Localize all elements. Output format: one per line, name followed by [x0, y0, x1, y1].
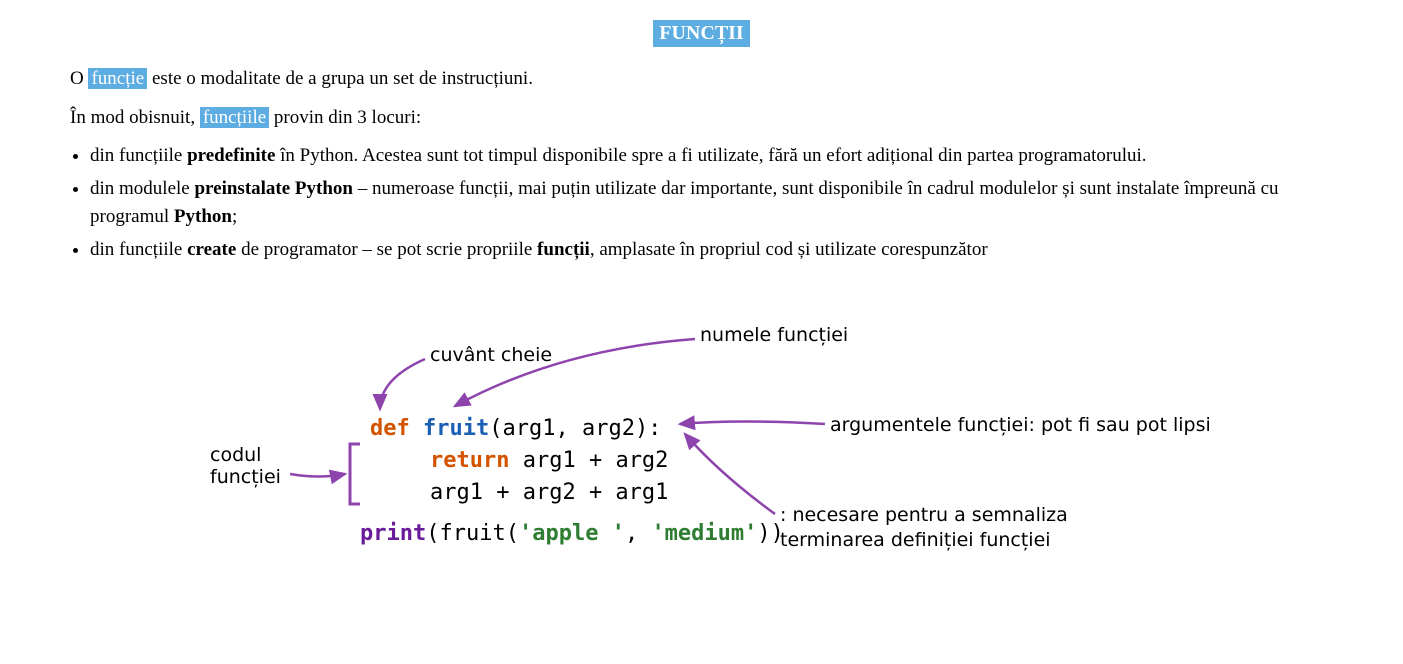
paragraph-1: O funcție este o modalitate de a grupa u…: [70, 65, 1343, 94]
code-call-paren: (: [506, 521, 519, 546]
b2-a: din modulele: [90, 178, 194, 199]
page-title: FUNCȚII: [653, 20, 749, 47]
p1-post: este o modalitate de a grupa un set de i…: [147, 68, 533, 89]
b2-bold1: preinstalate Python: [194, 178, 353, 199]
code-line-1: def fruit(arg1, arg2):: [370, 414, 661, 445]
code-str1: 'apple ': [519, 521, 625, 546]
code-call-name: fruit: [439, 521, 505, 546]
title-wrap: FUNCȚII: [60, 20, 1343, 47]
code-call-open: (: [426, 521, 439, 546]
b1-b: în Python. Acestea sunt tot timpul dispo…: [275, 145, 1146, 166]
code-str2: 'medium': [651, 521, 757, 546]
b1-bold: predefinite: [187, 145, 275, 166]
b3-bold2: funcții: [537, 239, 590, 260]
label-keyword: cuvânt cheie: [430, 344, 552, 366]
function-diagram: cuvânt cheie numele funcției codul funcț…: [60, 324, 1360, 624]
code-def-keyword: def: [370, 416, 410, 441]
code-return-expr: arg1 + arg2: [509, 448, 668, 473]
code-sig-open: (: [489, 416, 502, 441]
code-line-2: return arg1 + arg2: [430, 446, 668, 477]
label-colon-line2: terminarea definiției funcției: [780, 529, 1051, 551]
b3-bold1: create: [187, 239, 236, 260]
b3-a: din funcțiile: [90, 239, 187, 260]
code-print-keyword: print: [360, 521, 426, 546]
b3-c: , amplasate în propriul cod și utilizate…: [590, 239, 988, 260]
code-sig-args: arg1, arg2: [502, 416, 634, 441]
code-line3-text: arg1 + arg2 + arg1: [430, 480, 668, 505]
label-arguments: argumentele funcției: pot fi sau pot lip…: [830, 414, 1211, 436]
page: FUNCȚII O funcție este o modalitate de a…: [0, 0, 1403, 664]
code-function-name: fruit: [423, 416, 489, 441]
p2-pre: În mod obisnuit,: [70, 107, 200, 128]
code-comma: ,: [625, 521, 652, 546]
bullet-list: din funcțiile predefinite în Python. Ace…: [60, 142, 1343, 264]
bullet-1: din funcțiile predefinite în Python. Ace…: [90, 142, 1343, 171]
p1-highlight: funcție: [88, 68, 147, 89]
code-line-4: print(fruit('apple ', 'medium')): [360, 519, 784, 550]
code-sig-close: ):: [635, 416, 662, 441]
b1-a: din funcțiile: [90, 145, 187, 166]
code-call-close: )): [757, 521, 784, 546]
code-return-keyword: return: [430, 448, 509, 473]
code-line-3: arg1 + arg2 + arg1: [430, 478, 668, 509]
paragraph-2: În mod obisnuit, funcțiile provin din 3 …: [70, 104, 1343, 133]
label-function-name: numele funcției: [700, 324, 848, 346]
bullet-3: din funcțiile create de programator – se…: [90, 236, 1343, 265]
label-function-body: codul funcției: [210, 444, 281, 488]
p2-highlight: funcțiile: [200, 107, 269, 128]
p2-post: provin din 3 locuri:: [269, 107, 421, 128]
b2-c: ;: [232, 206, 237, 227]
b3-b: de programator – se pot scrie propriile: [236, 239, 537, 260]
b2-bold2: Python: [174, 206, 232, 227]
label-colon-line1: : necesare pentru a semnaliza: [780, 504, 1068, 526]
bullet-2: din modulele preinstalate Python – numer…: [90, 175, 1343, 232]
p1-pre: O: [70, 68, 88, 89]
